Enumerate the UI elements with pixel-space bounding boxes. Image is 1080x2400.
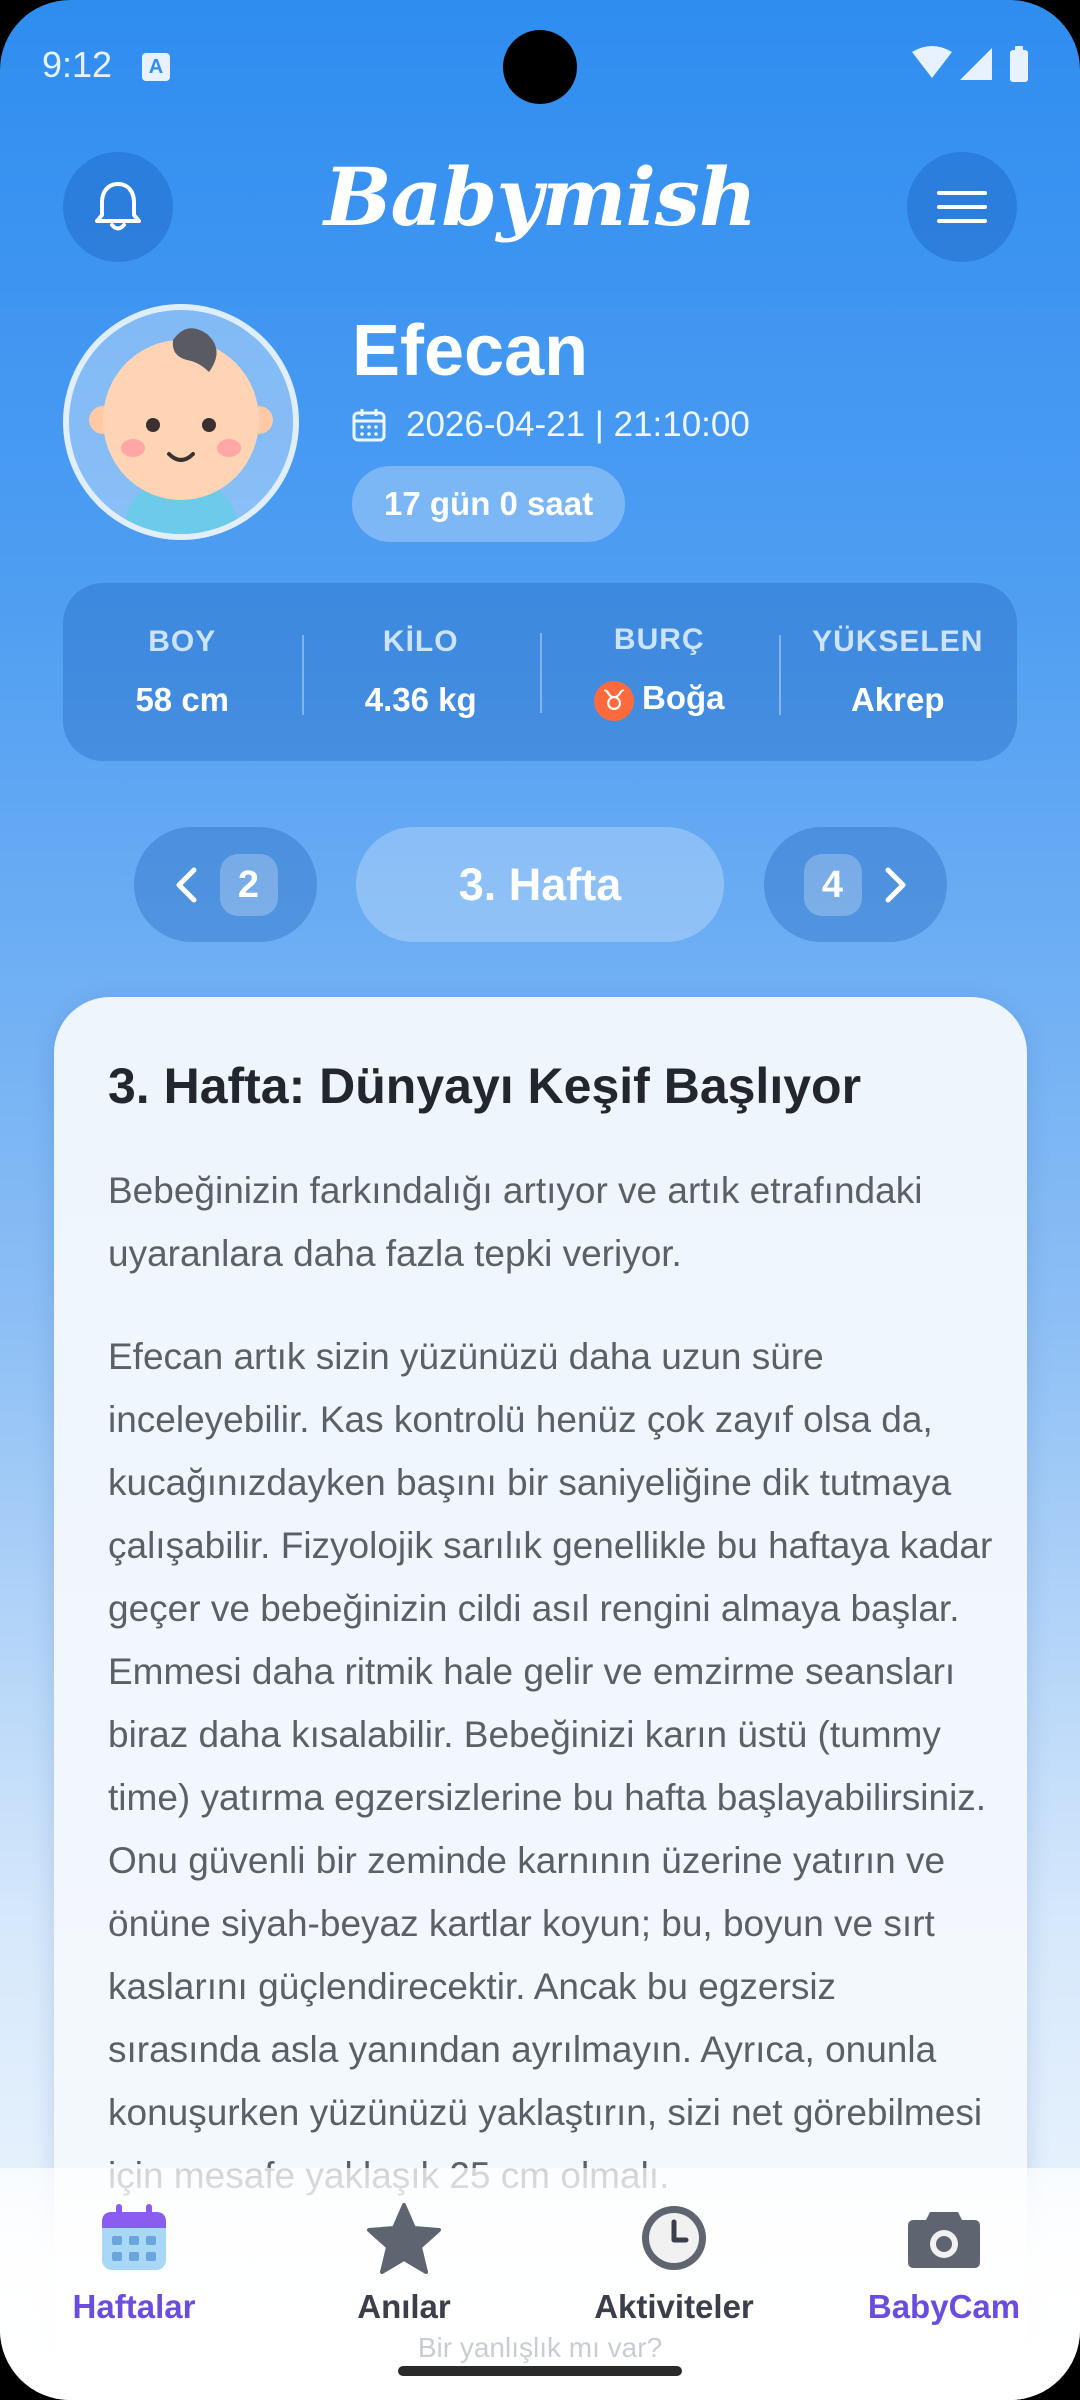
camera-icon: [908, 2212, 980, 2268]
status-time: 9:12: [42, 44, 113, 85]
next-week-number: 4: [803, 853, 862, 916]
stat-label: BURÇ: [613, 623, 705, 657]
nav-label: Anılar: [357, 2288, 451, 2325]
baby-avatar[interactable]: [63, 304, 299, 540]
card-intro: Bebeğinizin farkındalığı artıyor ve artı…: [108, 1170, 923, 1274]
stat-height: BOY 58 cm: [63, 625, 302, 719]
chevron-right-icon: [885, 867, 905, 902]
card-title: 3. Hafta: Dünyayı Keşif Başlıyor: [108, 1058, 862, 1114]
age-badge: 17 gün 0 saat: [352, 466, 626, 542]
nav-haftalar[interactable]: Haftalar: [24, 2198, 244, 2326]
battery-icon: [1010, 50, 1028, 82]
calendar-icon: [102, 2204, 166, 2270]
app-screen: 9:12 A Babymish Efecan 2026-04-21 | 21:1…: [0, 0, 1080, 2400]
card-body: Efecan artık sizin yüzünüzü daha uzun sü…: [108, 1336, 993, 2196]
nav-label: Aktiviteler: [594, 2288, 754, 2325]
notification-icon: A: [142, 53, 170, 81]
stat-value-zodiac: ♉ Boğa: [540, 679, 779, 721]
stat-value: 4.36 kg: [364, 681, 477, 718]
stat-label: KİLO: [382, 625, 459, 658]
nav-label: Haftalar: [72, 2288, 196, 2325]
nav-anilar[interactable]: Anılar: [294, 2198, 514, 2326]
status-bar: 9:12 A: [0, 0, 1080, 130]
stats-panel: BOY 58 cm KİLO 4.36 kg BURÇ ♉ Boğa YÜKSEL…: [63, 583, 1017, 761]
baby-name: Efecan: [352, 311, 589, 391]
taurus-icon: ♉: [594, 680, 634, 721]
previous-week-number: 2: [219, 853, 278, 916]
wifi-icon: [912, 46, 952, 78]
home-indicator[interactable]: [398, 2366, 682, 2376]
birth-datetime-text: 2026-04-21 | 21:10:00: [406, 405, 750, 444]
clock-icon: [642, 2206, 706, 2270]
report-error-link[interactable]: Bir yanlışlık mı var?: [0, 2332, 1080, 2364]
baby-face-icon: [89, 328, 273, 534]
stat-value: Akrep: [850, 681, 945, 718]
chevron-left-icon: [176, 867, 196, 902]
camera-cutout: [503, 30, 577, 104]
star-icon: [367, 2203, 441, 2274]
nav-aktiviteler[interactable]: Aktiviteler: [564, 2198, 784, 2326]
stat-ascendant: YÜKSELEN Akrep: [778, 625, 1018, 719]
current-week-label: 3. Hafta: [356, 827, 724, 942]
menu-button[interactable]: [907, 152, 1017, 262]
nav-label: BabyCam: [867, 2288, 1021, 2325]
signal-icon: [960, 48, 992, 80]
status-icons: [912, 46, 1028, 82]
stat-label: BOY: [148, 625, 217, 658]
calendar-icon: [352, 409, 386, 442]
previous-week-button[interactable]: 2: [134, 827, 317, 942]
zodiac-name: Boğa: [642, 679, 725, 717]
menu-icon: [937, 191, 987, 223]
next-week-button[interactable]: 4: [764, 827, 947, 942]
stat-label: YÜKSELEN: [812, 625, 984, 658]
nav-babycam[interactable]: BabyCam: [834, 2198, 1054, 2326]
stat-zodiac: BURÇ ♉ Boğa: [540, 623, 779, 721]
stat-value: 58 cm: [135, 681, 230, 718]
stat-weight: KİLO 4.36 kg: [301, 625, 541, 719]
birth-datetime: 2026-04-21 | 21:10:00: [352, 405, 750, 445]
